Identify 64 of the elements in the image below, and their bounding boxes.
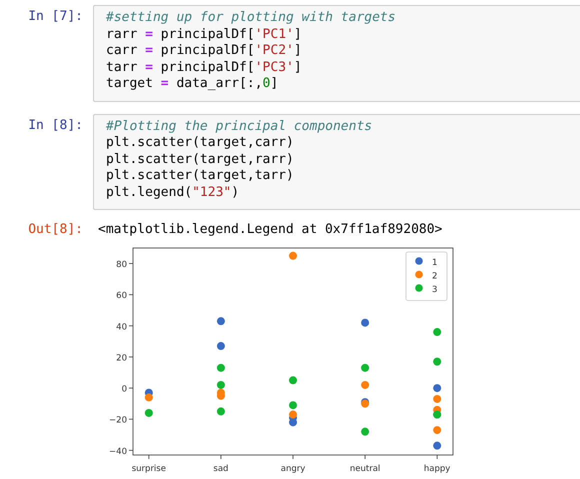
output-text: <matplotlib.legend.Legend at 0x7ff1af892080> [98,222,442,238]
x-tick-label: sad [213,464,228,474]
tick-mark [128,387,134,388]
input-prompt: In [7]: [27,8,84,26]
data-point [216,342,225,350]
code-cell[interactable]: #setting up for plotting with targets rarr = principalDf['PC1'] carr = principalDf['PC2'] tarr = principalDf['PC3'] target = data_arr[:,0] [93,5,580,102]
code-line: plt.scatter(target,carr) [106,135,295,152]
data-point [433,357,442,366]
tick-mark [436,454,438,459]
tick-mark [128,418,134,420]
legend-label: 3 [432,284,438,294]
legend-box [406,251,448,300]
data-point [433,394,442,402]
x-tick-label: surprise [132,464,166,474]
y-tick-label: 20 [116,352,127,363]
code-line: #Plotting the principal components [106,118,374,135]
legend-label: 1 [432,258,438,268]
tick-mark [220,454,222,459]
data-point [289,251,297,260]
tick-mark [364,454,366,459]
y-tick-label: 0 [122,384,127,394]
data-point [433,328,442,336]
tick-mark [128,449,134,450]
tick-mark [128,294,134,295]
data-point [216,316,225,325]
y-tick-label: −20 [109,415,127,426]
code-line: plt.legend("123") [106,184,240,201]
y-tick-label: 60 [116,290,127,301]
data-point [216,391,225,400]
data-point [361,318,370,326]
tick-mark [148,454,150,459]
data-point [144,408,153,416]
x-tick-label: neutral [350,464,380,474]
x-tick-label: angry [280,464,306,474]
code-line: tarr = principalDf['PC3'] [106,60,303,76]
data-point [144,392,153,401]
code-line: plt.scatter(target,rarr) [106,152,295,168]
code-cell[interactable]: #Plotting the principal components plt.scatter(target,carr) plt.scatter(target,rarr) plt.scatter(target,tarr) plt.legend("123") [93,114,580,210]
legend-label: 2 [432,271,438,281]
x-tick-label: happy [424,464,450,474]
data-point [433,441,442,450]
code-line: plt.scatter(target,tarr) [106,168,295,184]
data-point [433,384,442,392]
data-point [361,363,370,372]
data-point [216,380,225,388]
y-tick-label: −40 [109,446,127,456]
tick-mark [128,356,134,357]
code-line: target = data_arr[:,0] [106,76,280,92]
code-line: carr = principalDf['PC2'] [106,43,303,60]
data-point [361,427,370,436]
data-point [216,406,225,415]
tick-mark [128,262,134,264]
code-line: #setting up for plotting with targets [106,10,397,26]
tick-mark [292,454,294,459]
input-prompt: In [8]: [27,116,84,134]
data-point [289,376,297,384]
tick-mark [128,324,134,326]
data-point [361,380,370,388]
data-point [216,363,225,372]
code-line: rarr = principalDf['PC1'] [106,26,303,43]
data-point [433,426,442,434]
y-tick-label: 80 [116,260,127,270]
y-tick-label: 40 [116,322,127,332]
output-prompt: Out[8]: [27,222,84,238]
